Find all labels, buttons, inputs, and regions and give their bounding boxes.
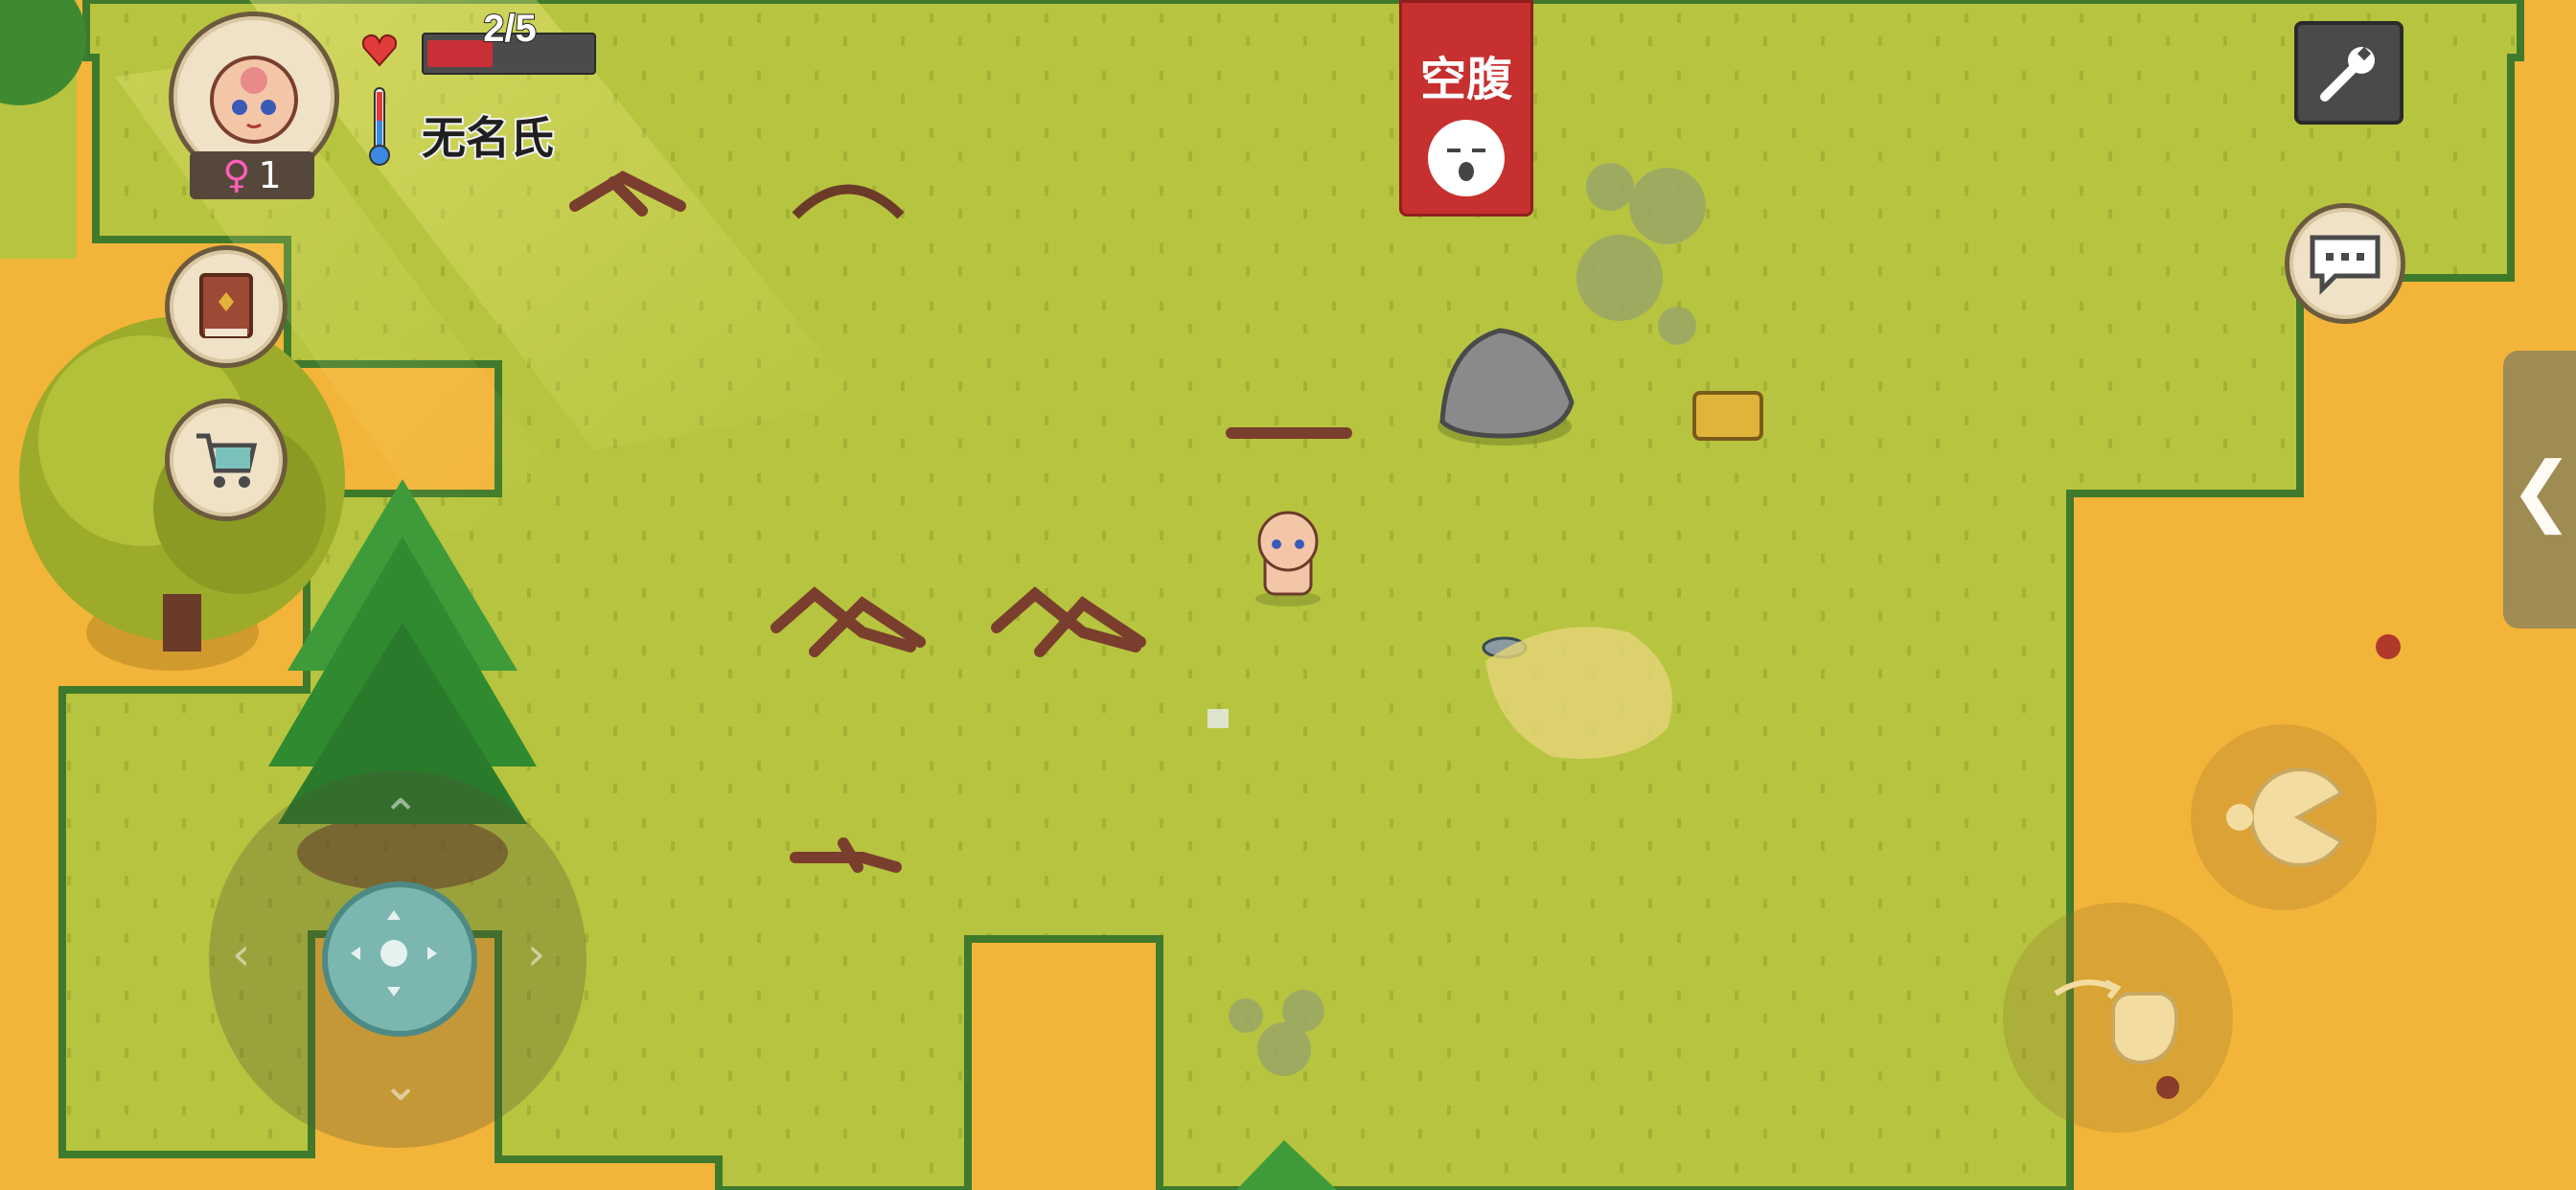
heart-icon	[361, 34, 398, 67]
wheat-bundle	[1692, 391, 1763, 441]
joystick-left-arrow: ‹	[232, 927, 251, 981]
joystick-knob[interactable]	[322, 881, 477, 1037]
hunger-status-banner: 空腹	[1399, 0, 1533, 217]
settings-button[interactable]	[2294, 21, 2404, 125]
chat-button[interactable]	[2285, 203, 2405, 324]
female-symbol: ♀	[222, 153, 251, 197]
eat-icon	[2226, 767, 2344, 867]
shopping-cart-icon	[196, 433, 258, 488]
side-panel-tab[interactable]: ❮	[2503, 351, 2576, 629]
grab-button[interactable]	[2003, 903, 2233, 1133]
player-name: 无名氏	[420, 110, 556, 166]
thermometer-icon	[369, 87, 390, 166]
dpad-icon	[351, 910, 437, 996]
wrench-icon	[2320, 46, 2375, 102]
speech-bubble-icon	[2310, 235, 2380, 296]
shop-button[interactable]	[165, 399, 288, 521]
health-text: 2/5	[482, 7, 538, 51]
movement-joystick[interactable]: ⌃ ⌄ ‹ ›	[209, 770, 586, 1148]
age-value: 1	[258, 154, 282, 196]
book-icon	[199, 273, 253, 338]
chevron-left-icon: ❮	[2509, 445, 2574, 535]
recipe-book-button[interactable]	[165, 245, 288, 368]
joystick-down-arrow: ⌄	[381, 1058, 421, 1111]
hungry-face-icon	[1428, 120, 1505, 196]
hand-icon	[2054, 979, 2179, 1065]
eat-button[interactable]	[2191, 724, 2377, 910]
joystick-right-arrow: ›	[527, 927, 546, 981]
gender-age-badge: ♀ 1	[190, 151, 314, 199]
hunger-label: 空腹	[1419, 53, 1512, 106]
baby-face-icon	[210, 56, 298, 144]
joystick-up-arrow: ⌃	[381, 790, 421, 843]
